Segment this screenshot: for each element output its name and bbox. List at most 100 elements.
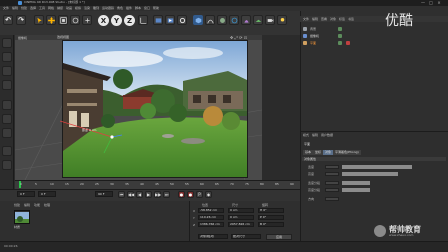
menu-help[interactable]: 帮助 [153,6,159,10]
minimize-button[interactable]: — [420,1,426,5]
menu-animate[interactable]: 动画 [66,6,72,10]
object-row-camera[interactable]: 摄像机 [302,33,446,39]
menu-mesh[interactable]: 网格 [48,6,54,10]
obj-menu-view[interactable]: 查看 [321,17,327,21]
end-frame-field[interactable]: 90 F [95,191,113,197]
object-row-plane[interactable]: 平面 [302,40,446,46]
snapping-icon[interactable] [2,160,12,170]
coordinate-mode-dropdown[interactable]: 对象(相对) [198,234,228,239]
size-z-field[interactable]: 2957.826 cm [228,222,254,227]
height-segments-slider[interactable] [342,188,370,192]
menu-render[interactable]: 渲染 [84,6,90,10]
rotation-b-field[interactable]: B 0° [258,222,284,227]
material-tag-icon[interactable] [346,41,350,45]
menu-edit[interactable]: 编辑 [12,6,18,10]
scene-floor-icon[interactable] [253,15,263,25]
mat-menu-edit[interactable]: 编辑 [24,203,30,207]
render-view-icon[interactable] [153,15,163,25]
size-mode-dropdown[interactable]: 绝对尺寸 [231,234,261,239]
attr-menu-mode[interactable]: 模式 [303,133,309,137]
size-x-field[interactable]: 0 cm [228,208,254,213]
maximize-button[interactable]: □ [428,1,434,5]
menu-file[interactable]: 文件 [3,6,9,10]
key-mode-button[interactable]: ◆ [205,191,212,198]
height-slider[interactable] [342,172,398,176]
visibility-toggle-icon[interactable] [338,34,342,38]
attr-menu-edit[interactable]: 编辑 [312,133,318,137]
menu-simulate[interactable]: 模拟 [75,6,81,10]
menu-snap[interactable]: 捕捉 [57,6,63,10]
menu-character[interactable]: 角色 [117,6,123,10]
size-y-field[interactable]: 0 cm [228,215,254,220]
visibility-toggle-icon[interactable] [338,41,342,45]
tab-coord[interactable]: 坐标 [313,150,324,155]
texture-mode-icon[interactable] [2,66,12,76]
coordinate-system-icon[interactable] [138,15,148,25]
mat-menu-create[interactable]: 创建 [14,203,20,207]
autokey-button[interactable]: ● [187,191,194,198]
menu-select[interactable]: 选择 [30,6,36,10]
height-field[interactable] [325,172,339,176]
orientation-dropdown[interactable] [325,197,339,201]
menu-create[interactable]: 创建 [21,6,27,10]
menu-plugins[interactable]: 插件 [126,6,132,10]
next-key-button[interactable]: ▶▶ [154,191,161,198]
mat-menu-function[interactable]: 功能 [34,203,40,207]
polygons-mode-icon[interactable] [2,128,12,138]
subdivision-surface-icon[interactable] [217,15,227,25]
obj-menu-bookmarks[interactable]: 书签 [348,17,354,21]
cube-primitive-icon[interactable] [193,15,203,25]
tab-phong[interactable]: 平滑着色(Phong) [333,150,361,155]
scale-tool-icon[interactable] [58,15,68,25]
width-segments-field[interactable] [325,181,339,185]
spline-pen-icon[interactable] [205,15,215,25]
obj-menu-file[interactable]: 文件 [303,17,309,21]
menu-sculpt[interactable]: 雕刻 [93,6,99,10]
edges-mode-icon[interactable] [2,114,12,124]
obj-menu-objects[interactable]: 对象 [330,17,336,21]
go-to-end-button[interactable]: ⏭ [163,191,170,198]
tab-object[interactable]: 对象 [323,150,334,155]
move-gizmo[interactable] [60,115,130,155]
array-icon[interactable] [229,15,239,25]
material-thumbnail[interactable] [14,210,30,224]
position-x-field[interactable]: -58.852 cm [198,208,224,213]
deformer-icon[interactable] [241,15,251,25]
close-button[interactable]: × [436,1,442,5]
menu-window[interactable]: 窗口 [144,6,150,10]
play-button[interactable]: ▶ [145,191,152,198]
start-frame-field[interactable]: 0 F [38,191,56,197]
go-to-start-button[interactable]: ⏮ [118,191,125,198]
position-z-field[interactable]: 1386.766 cm [198,222,224,227]
width-field[interactable] [325,165,339,169]
material-name[interactable]: 材质 [14,225,20,229]
menu-tools[interactable]: 工具 [39,6,45,10]
select-tool-icon[interactable] [34,15,44,25]
undo-button[interactable]: ↶ [3,15,13,25]
x-axis-lock-button[interactable]: X [98,15,109,26]
step-back-button[interactable]: ◀ [136,191,143,198]
menu-motion-tracker[interactable]: 运动跟踪 [102,6,114,10]
redo-button[interactable]: ↷ [16,15,26,25]
model-mode-icon[interactable] [2,52,12,62]
obj-menu-edit[interactable]: 编辑 [312,17,318,21]
y-axis-lock-button[interactable]: Y [111,15,122,26]
position-y-field[interactable]: 110.26 cm [198,215,224,220]
workplane-mode-icon[interactable] [2,80,12,90]
object-row-background[interactable]: 背景 [302,26,446,32]
current-frame-field[interactable]: 0 F [17,191,35,197]
record-button[interactable]: ● [178,191,185,198]
recent-tools-icon[interactable] [82,15,92,25]
make-editable-icon[interactable] [2,38,12,48]
camera-icon[interactable] [265,15,275,25]
visibility-toggle-icon[interactable] [338,27,342,31]
z-axis-lock-button[interactable]: Z [124,15,135,26]
width-slider[interactable] [342,165,412,169]
render-settings-icon[interactable] [177,15,187,25]
apply-button[interactable]: 应用 [266,234,292,240]
rotate-tool-icon[interactable] [70,15,80,25]
axis-mode-icon[interactable] [2,146,12,156]
attr-menu-userdata[interactable]: 用户数据 [321,133,333,137]
keyframe-selection-button[interactable]: P [196,191,203,198]
move-tool-icon[interactable] [46,15,56,25]
